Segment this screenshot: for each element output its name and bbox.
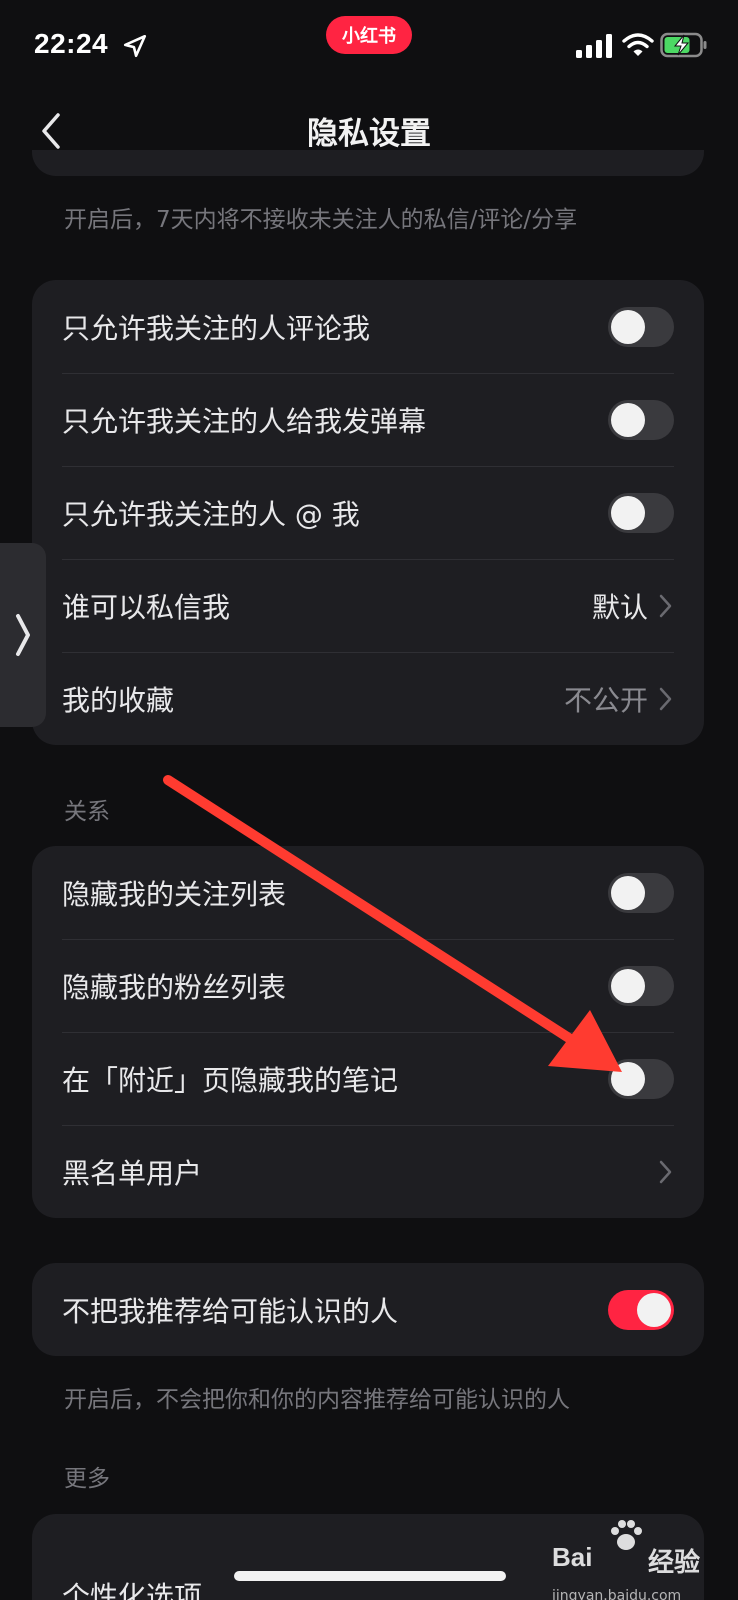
list-item-danmaku-permission[interactable]: 只允许我关注的人给我发弹幕 bbox=[32, 373, 704, 466]
list-item-blacklist[interactable]: 黑名单用户 bbox=[32, 1125, 704, 1218]
top-note: 开启后，7天内将不接收未关注人的私信/评论/分享 bbox=[64, 207, 578, 233]
baidu-watermark-logo: Bai 经验 jingyan.baidu.com bbox=[552, 1518, 702, 1600]
mention-permission-toggle[interactable] bbox=[608, 492, 674, 533]
status-bar: 22:24 小红书 bbox=[0, 0, 738, 92]
row-label: 黑名单用户 bbox=[62, 1156, 203, 1190]
page-title: 隐私设置 bbox=[307, 116, 431, 152]
interaction-settings-card: 只允许我关注的人评论我 只允许我关注的人给我发弹幕 只允许我关注的人 @ 我 谁… bbox=[32, 280, 704, 745]
row-label: 只允许我关注的人 @ 我 bbox=[62, 497, 360, 531]
hide-nearby-notes-toggle[interactable] bbox=[608, 1058, 674, 1099]
home-indicator bbox=[234, 1571, 506, 1581]
row-label: 不把我推荐给可能认识的人 bbox=[62, 1294, 399, 1328]
watermark-text-left: Bai bbox=[552, 1542, 593, 1572]
watermark-text-right: 经验 bbox=[648, 1547, 701, 1577]
list-item-message-permission[interactable]: 谁可以私信我 默认 bbox=[32, 559, 704, 652]
section-header-more: 更多 bbox=[64, 1466, 110, 1492]
row-label: 我的收藏 bbox=[62, 683, 175, 717]
cellular-signal-icon bbox=[576, 34, 612, 58]
relations-card: 隐藏我的关注列表 隐藏我的粉丝列表 在「附近」页隐藏我的笔记 黑名单用户 bbox=[32, 846, 704, 1218]
location-arrow-icon bbox=[123, 34, 147, 58]
row-label: 隐藏我的关注列表 bbox=[62, 877, 287, 911]
list-item-hide-followers[interactable]: 隐藏我的粉丝列表 bbox=[32, 939, 704, 1032]
hide-following-toggle[interactable] bbox=[608, 872, 674, 913]
list-item-favorites-visibility[interactable]: 我的收藏 不公开 bbox=[32, 652, 704, 745]
row-value: 默认 bbox=[591, 590, 648, 624]
list-item-hide-following[interactable]: 隐藏我的关注列表 bbox=[32, 846, 704, 939]
row-label: 隐藏我的粉丝列表 bbox=[62, 970, 287, 1004]
section-header-relations: 关系 bbox=[64, 799, 110, 825]
annotation-arrow bbox=[163, 775, 622, 1072]
watermark-url: jingyan.baidu.com bbox=[552, 1588, 682, 1600]
paw-icon bbox=[611, 1520, 642, 1550]
row-label: 只允许我关注的人给我发弹幕 bbox=[62, 404, 427, 438]
wifi-icon bbox=[622, 33, 654, 56]
chevron-right-icon bbox=[16, 614, 30, 656]
row-label: 谁可以私信我 bbox=[62, 590, 231, 624]
list-item-comment-permission[interactable]: 只允许我关注的人评论我 bbox=[32, 280, 704, 373]
recommend-note: 开启后，不会把你和你的内容推荐给可能认识的人 bbox=[64, 1387, 570, 1413]
row-label: 只允许我关注的人评论我 bbox=[62, 311, 371, 345]
chevron-right-icon bbox=[659, 594, 672, 617]
side-drawer-handle[interactable] bbox=[0, 543, 46, 727]
row-value: 不公开 bbox=[563, 683, 648, 717]
list-item-mention-permission[interactable]: 只允许我关注的人 @ 我 bbox=[32, 466, 704, 559]
no-recommend-toggle[interactable] bbox=[608, 1289, 674, 1330]
previous-card-edge bbox=[32, 150, 704, 176]
danmaku-permission-toggle[interactable] bbox=[608, 399, 674, 440]
chevron-right-icon bbox=[659, 687, 672, 710]
list-item-no-recommend[interactable]: 不把我推荐给可能认识的人 bbox=[32, 1263, 704, 1356]
list-item-hide-nearby-notes[interactable]: 在「附近」页隐藏我的笔记 bbox=[32, 1032, 704, 1125]
chevron-right-icon bbox=[659, 1160, 672, 1183]
recommend-card: 不把我推荐给可能认识的人 bbox=[32, 1263, 704, 1356]
status-time: 22:24 bbox=[34, 28, 109, 59]
comment-permission-toggle[interactable] bbox=[608, 306, 674, 347]
brand-badge: 小红书 bbox=[326, 16, 412, 54]
hide-followers-toggle[interactable] bbox=[608, 965, 674, 1006]
row-label: 在「附近」页隐藏我的笔记 bbox=[62, 1063, 399, 1097]
battery-charging-icon bbox=[660, 32, 707, 58]
